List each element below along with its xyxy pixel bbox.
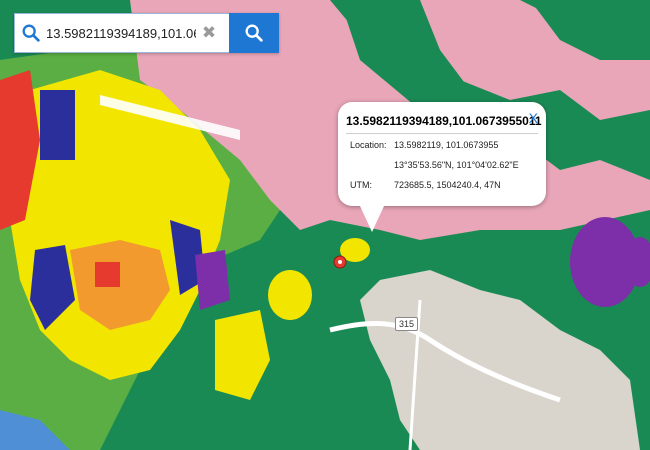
location-label: Location: (350, 140, 387, 150)
location-decimal: 13.5982119, 101.0673955 (394, 140, 499, 150)
location-dms: 13°35'53.56"N, 101°04'02.62"E (394, 160, 519, 170)
clear-icon[interactable]: ✖ (198, 22, 220, 44)
map-pin-icon[interactable] (333, 255, 347, 269)
search-button-icon (245, 24, 263, 42)
search-bar: ✖ (14, 13, 279, 53)
popup-title: 13.5982119394189,101.0673955011 (346, 114, 542, 128)
close-icon[interactable]: X (529, 110, 538, 126)
popup-divider (346, 133, 538, 134)
utm-value: 723685.5, 1504240.4, 47N (394, 180, 501, 190)
road-number-badge: 315 (395, 317, 419, 331)
search-input[interactable] (42, 25, 196, 41)
utm-label: UTM: (350, 180, 372, 190)
search-icon (22, 24, 40, 42)
land-use-map[interactable] (0, 0, 650, 450)
search-button[interactable] (229, 13, 279, 53)
location-popup: 13.5982119394189,101.0673955011 X Locati… (338, 102, 546, 232)
